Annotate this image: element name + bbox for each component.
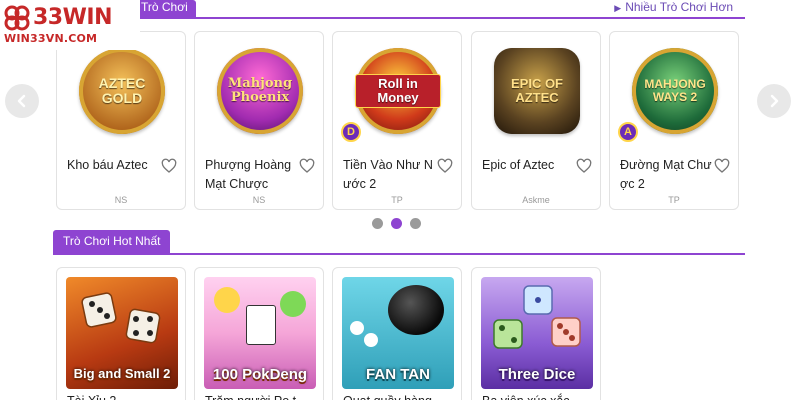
section-tag-games: Trò Chơi [133, 0, 196, 17]
game-art-text: Three Dice [498, 366, 576, 384]
game-thumbnail: FAN TAN [342, 277, 454, 389]
game-provider: TP [668, 195, 680, 205]
carousel-next-button[interactable] [757, 84, 791, 118]
game-art-text: Roll in Money [355, 74, 441, 108]
game-thumbnail: EPIC OF AZTEC [472, 32, 600, 150]
game-title: Epic of Aztec [482, 158, 555, 172]
carousel-dot-active[interactable] [391, 218, 402, 229]
heart-icon[interactable] [299, 158, 315, 174]
game-title: Tài Xỉu 2 [67, 392, 167, 400]
heart-icon[interactable] [161, 158, 177, 174]
game-provider: TP [391, 195, 403, 205]
game-provider: NS [252, 195, 266, 205]
game-thumbnail: Three Dice [481, 277, 593, 389]
game-art-text: Big and Small 2 [73, 366, 171, 382]
game-card[interactable]: FAN TAN Quạt quầy hàng [332, 267, 462, 400]
game-card[interactable]: Big and Small 2 Tài Xỉu 2 [56, 267, 186, 400]
site-logo[interactable]: 33WIN WIN33VN.COM [0, 0, 140, 50]
game-art-text: EPIC OF AZTEC [510, 76, 563, 105]
game-title: Đường Mạt Chư ợc 2 [620, 158, 712, 191]
carousel-prev-button[interactable] [5, 84, 39, 118]
heart-icon[interactable] [576, 158, 592, 174]
game-art-text: MAHJONG WAYS 2 [644, 77, 706, 104]
game-badge: D [341, 122, 361, 142]
game-card[interactable]: EPIC OF AZTEC Epic of Aztec Askme [471, 31, 601, 210]
carousel-dot[interactable] [410, 218, 421, 229]
game-thumbnail: MAHJONG WAYS 2 A [610, 32, 738, 150]
game-card[interactable]: MAHJONG WAYS 2 A Đường Mạt Chư ợc 2 TP [609, 31, 739, 210]
game-art-text: FAN TAN [366, 366, 430, 384]
dice-icon [81, 292, 117, 328]
dice-icon [551, 317, 581, 347]
game-title: Quạt quầy hàng [343, 392, 443, 400]
heart-icon[interactable] [714, 158, 730, 174]
game-title: Tiền Vào Như N ước 2 [343, 158, 433, 191]
game-badge: A [618, 122, 638, 142]
section-header-hot-games: Trò Chơi Hot Nhất [53, 230, 745, 255]
game-art-text: 100 PokDeng [212, 366, 308, 384]
section-header-games: Trò Chơi ▶ Nhiều Trò Chơi Hơn [53, 0, 745, 19]
game-thumbnail: Big and Small 2 [66, 277, 178, 389]
carousel-pagination [372, 218, 421, 229]
more-games-label: Nhiều Trò Chơi Hơn [625, 0, 733, 14]
triangle-right-icon: ▶ [614, 3, 622, 13]
carousel-dot[interactable] [372, 218, 383, 229]
logo-domain: WIN33VN.COM [4, 32, 98, 45]
game-card[interactable]: AZTEC GOLD Kho báu Aztec NS [56, 31, 186, 210]
game-thumbnail: Mahjong Phoenix [195, 32, 323, 150]
more-games-link[interactable]: ▶ Nhiều Trò Chơi Hơn [614, 0, 733, 15]
dice-icon [125, 308, 161, 344]
game-title: Ba viên xúc xắc [482, 392, 582, 400]
game-thumbnail: 100 PokDeng [204, 277, 316, 389]
game-title: Kho báu Aztec [67, 158, 148, 172]
game-card[interactable]: Mahjong Phoenix Phượng Hoàng Mạt Chược N… [194, 31, 324, 210]
game-card[interactable]: Roll in Money D Tiền Vào Như N ước 2 TP [332, 31, 462, 210]
game-card[interactable]: 100 PokDeng Trăm người Po t [194, 267, 324, 400]
chevron-left-icon [17, 94, 26, 108]
game-title: Trăm người Po t [205, 392, 305, 400]
game-title: Phượng Hoàng Mạt Chược [205, 158, 292, 191]
game-provider: NS [114, 195, 128, 205]
heart-icon[interactable] [437, 158, 453, 174]
game-thumbnail: Roll in Money D [333, 32, 461, 150]
section-tag-hot-games: Trò Chơi Hot Nhất [53, 230, 171, 253]
game-card[interactable]: Three Dice Ba viên xúc xắc [471, 267, 601, 400]
game-provider: Askme [522, 195, 550, 205]
logo-text: 33WIN [33, 5, 112, 30]
chevron-right-icon [770, 94, 779, 108]
logo-clover-icon [4, 5, 30, 31]
game-lobby: 33WIN WIN33VN.COM Trò Chơi ▶ Nhiều Trò Ch… [0, 0, 800, 400]
game-art-text: Mahjong Phoenix [227, 76, 293, 105]
dice-icon [523, 285, 553, 315]
dice-icon [493, 319, 523, 349]
game-art-text: AZTEC GOLD [98, 75, 146, 106]
